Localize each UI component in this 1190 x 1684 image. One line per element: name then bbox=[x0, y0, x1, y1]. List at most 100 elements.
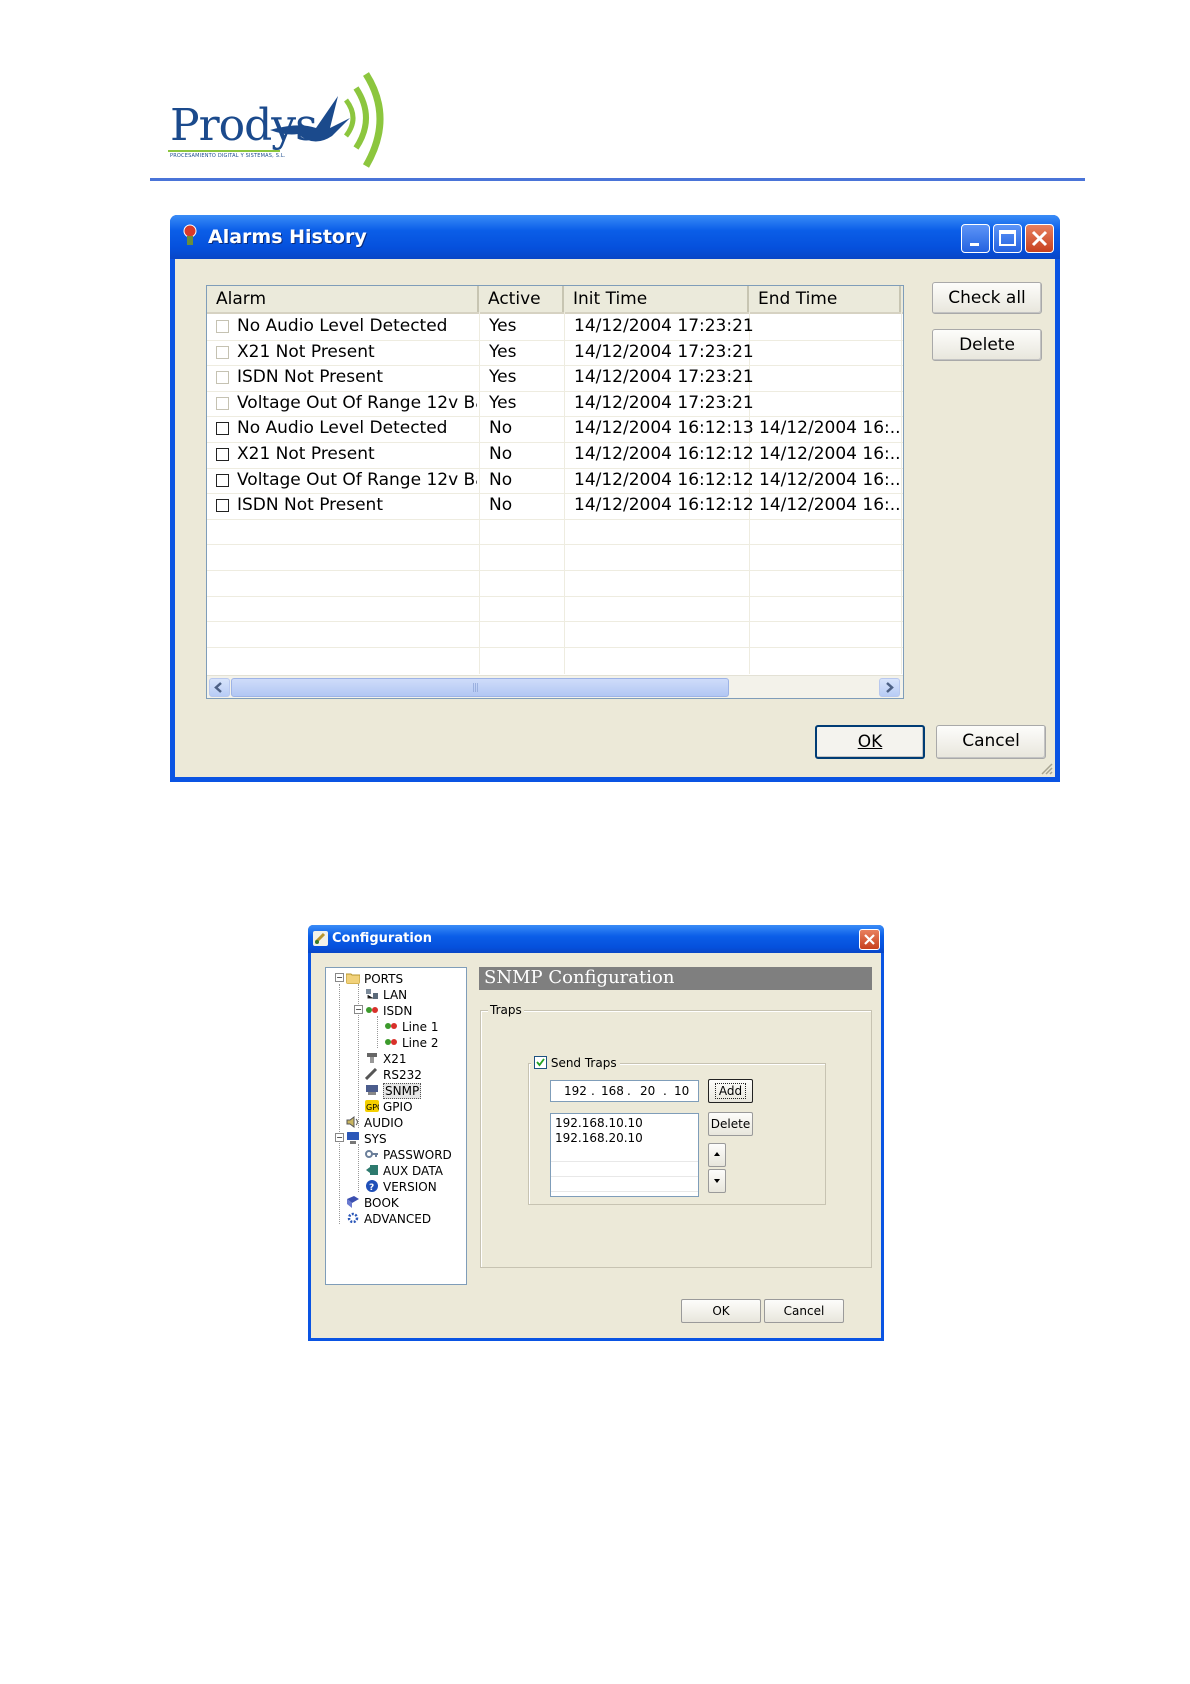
settings-tree[interactable]: − PORTS LAN − ISDN Line 1 Line 2 X21 RS2… bbox=[325, 967, 467, 1285]
table-row[interactable]: X21 Not Present No 14/12/2004 16:12:12 1… bbox=[207, 442, 903, 469]
horizontal-scrollbar[interactable]: ||| bbox=[207, 675, 903, 698]
configuration-window: Configuration − PORTS LAN − ISDN Line 1 … bbox=[308, 925, 884, 1341]
minimize-icon bbox=[970, 243, 979, 246]
row-checkbox[interactable] bbox=[216, 422, 229, 436]
move-up-button[interactable] bbox=[708, 1143, 726, 1167]
column-header-end-time[interactable]: End Time bbox=[749, 286, 901, 312]
configuration-titlebar[interactable]: Configuration bbox=[308, 925, 884, 953]
maximize-button[interactable] bbox=[993, 224, 1022, 253]
init-time-cell: 14/12/2004 16:12:12 bbox=[574, 469, 754, 490]
resize-grip-icon[interactable] bbox=[1039, 761, 1053, 775]
add-button[interactable]: Add bbox=[708, 1079, 753, 1103]
list-item[interactable]: 192.168.20.10 bbox=[555, 1131, 643, 1146]
row-checkbox[interactable] bbox=[216, 345, 229, 359]
header-rule bbox=[150, 178, 1085, 181]
column-header-active[interactable]: Active bbox=[479, 286, 564, 312]
row-checkbox[interactable] bbox=[216, 448, 229, 461]
tree-item-rs232[interactable]: RS232 bbox=[365, 1068, 422, 1082]
trap-address-list[interactable]: 192.168.10.10 192.168.20.10 bbox=[550, 1113, 699, 1197]
tree-connector bbox=[377, 1016, 378, 1048]
delete-button[interactable]: Delete bbox=[932, 329, 1042, 361]
line-icon bbox=[385, 1023, 397, 1029]
scroll-right-button[interactable] bbox=[879, 678, 900, 697]
table-row[interactable]: Voltage Out Of Range 12v Bac... Yes 14/1… bbox=[207, 391, 903, 418]
tree-item-lan[interactable]: LAN bbox=[365, 988, 407, 1002]
column-header-alarm[interactable]: Alarm bbox=[207, 286, 479, 312]
delete-trap-button[interactable]: Delete bbox=[708, 1112, 753, 1136]
panel-title: SNMP Configuration bbox=[479, 967, 872, 990]
send-traps-checkbox-row[interactable]: Send Traps bbox=[531, 1056, 620, 1070]
end-time-cell: 14/12/2004 16:... bbox=[759, 444, 899, 464]
cancel-button[interactable]: Cancel bbox=[936, 725, 1046, 759]
table-row[interactable]: No Audio Level Detected Yes 14/12/2004 1… bbox=[207, 314, 903, 341]
add-button-label: Add bbox=[714, 1083, 747, 1099]
tree-item-x21[interactable]: X21 bbox=[365, 1052, 407, 1066]
tree-item-sys[interactable]: SYS bbox=[346, 1132, 387, 1146]
collapse-sys-toggle[interactable]: − bbox=[335, 1133, 344, 1142]
ip-octet-2[interactable]: 168 bbox=[601, 1084, 624, 1098]
table-row[interactable]: ISDN Not Present Yes 14/12/2004 17:23:21 bbox=[207, 365, 903, 392]
send-traps-checkbox[interactable] bbox=[534, 1056, 547, 1069]
alarms-titlebar[interactable]: Alarms History bbox=[170, 215, 1060, 259]
tree-item-version[interactable]: ? VERSION bbox=[365, 1180, 437, 1194]
active-cell: No bbox=[489, 495, 513, 516]
scrollbar-thumb[interactable]: ||| bbox=[231, 678, 729, 697]
empty-row bbox=[207, 621, 903, 648]
row-checkbox[interactable] bbox=[216, 371, 229, 385]
ip-address-field[interactable]: 192 . 168 . 20 . 10 bbox=[550, 1080, 699, 1102]
close-button[interactable] bbox=[1025, 224, 1054, 253]
list-item[interactable]: 192.168.10.10 bbox=[555, 1116, 643, 1131]
collapse-isdn-toggle[interactable]: − bbox=[354, 1005, 363, 1014]
row-checkbox[interactable] bbox=[216, 396, 229, 410]
empty-row bbox=[207, 544, 903, 571]
table-row[interactable]: No Audio Level Detected No 14/12/2004 16… bbox=[207, 416, 903, 443]
close-button[interactable] bbox=[859, 929, 880, 950]
close-icon bbox=[1031, 230, 1048, 247]
end-time-cell: 14/12/2004 16:... bbox=[759, 418, 899, 439]
ip-octet-3[interactable]: 20 bbox=[640, 1084, 655, 1098]
init-time-cell: 14/12/2004 17:23:21 bbox=[574, 367, 754, 388]
tree-item-book[interactable]: BOOK bbox=[346, 1196, 399, 1210]
ok-button[interactable]: OK bbox=[681, 1299, 761, 1323]
alarm-cell: Voltage Out Of Range 12v Bac... bbox=[237, 469, 477, 490]
hummingbird-waves-icon bbox=[270, 72, 384, 168]
move-down-button[interactable] bbox=[708, 1169, 726, 1193]
tree-item-ports[interactable]: PORTS bbox=[346, 972, 403, 986]
alarms-table[interactable]: Alarm Active Init Time End Time No Audio… bbox=[206, 285, 904, 699]
check-all-button[interactable]: Check all bbox=[932, 282, 1042, 314]
tree-item-isdn[interactable]: ISDN bbox=[365, 1004, 412, 1018]
isdn-icon bbox=[366, 1007, 378, 1013]
row-checkbox[interactable] bbox=[216, 320, 229, 333]
row-checkbox[interactable] bbox=[216, 473, 229, 487]
tree-item-password[interactable]: PASSWORD bbox=[365, 1148, 452, 1162]
alarm-app-icon bbox=[183, 224, 197, 245]
tree-item-audio[interactable]: AUDIO bbox=[346, 1116, 403, 1130]
tree-item-aux-data[interactable]: AUX DATA bbox=[365, 1164, 443, 1178]
computer-icon bbox=[347, 1132, 359, 1144]
column-header-init-time[interactable]: Init Time bbox=[564, 286, 749, 312]
table-row[interactable]: Voltage Out Of Range 12v Bac... No 14/12… bbox=[207, 468, 903, 495]
table-row[interactable]: ISDN Not Present No 14/12/2004 16:12:12 … bbox=[207, 493, 903, 520]
cancel-button[interactable]: Cancel bbox=[764, 1299, 844, 1323]
empty-row bbox=[207, 647, 903, 674]
ip-octet-1[interactable]: 192 bbox=[564, 1084, 587, 1098]
configuration-app-icon bbox=[313, 931, 328, 946]
scroll-left-button[interactable] bbox=[209, 678, 230, 697]
empty-row bbox=[207, 570, 903, 597]
ok-button[interactable]: OK bbox=[815, 725, 925, 759]
active-cell: Yes bbox=[489, 392, 517, 413]
tree-item-line-2[interactable]: Line 2 bbox=[384, 1036, 438, 1050]
tree-item-advanced[interactable]: ADVANCED bbox=[346, 1212, 431, 1226]
help-icon: ? bbox=[366, 1180, 378, 1192]
table-row[interactable]: X21 Not Present Yes 14/12/2004 17:23:21 bbox=[207, 340, 903, 367]
minimize-button[interactable] bbox=[961, 224, 990, 253]
init-time-cell: 14/12/2004 16:12:12 bbox=[574, 495, 754, 516]
init-time-cell: 14/12/2004 17:23:21 bbox=[574, 341, 754, 362]
tree-item-snmp[interactable]: SNMP bbox=[365, 1083, 422, 1099]
ip-octet-4[interactable]: 10 bbox=[674, 1084, 689, 1098]
tree-item-gpio[interactable]: GPOGPIO bbox=[365, 1100, 413, 1114]
maximize-icon bbox=[999, 230, 1016, 246]
collapse-ports-toggle[interactable]: − bbox=[335, 973, 344, 982]
tree-item-line-1[interactable]: Line 1 bbox=[384, 1020, 438, 1034]
row-checkbox[interactable] bbox=[216, 499, 229, 513]
